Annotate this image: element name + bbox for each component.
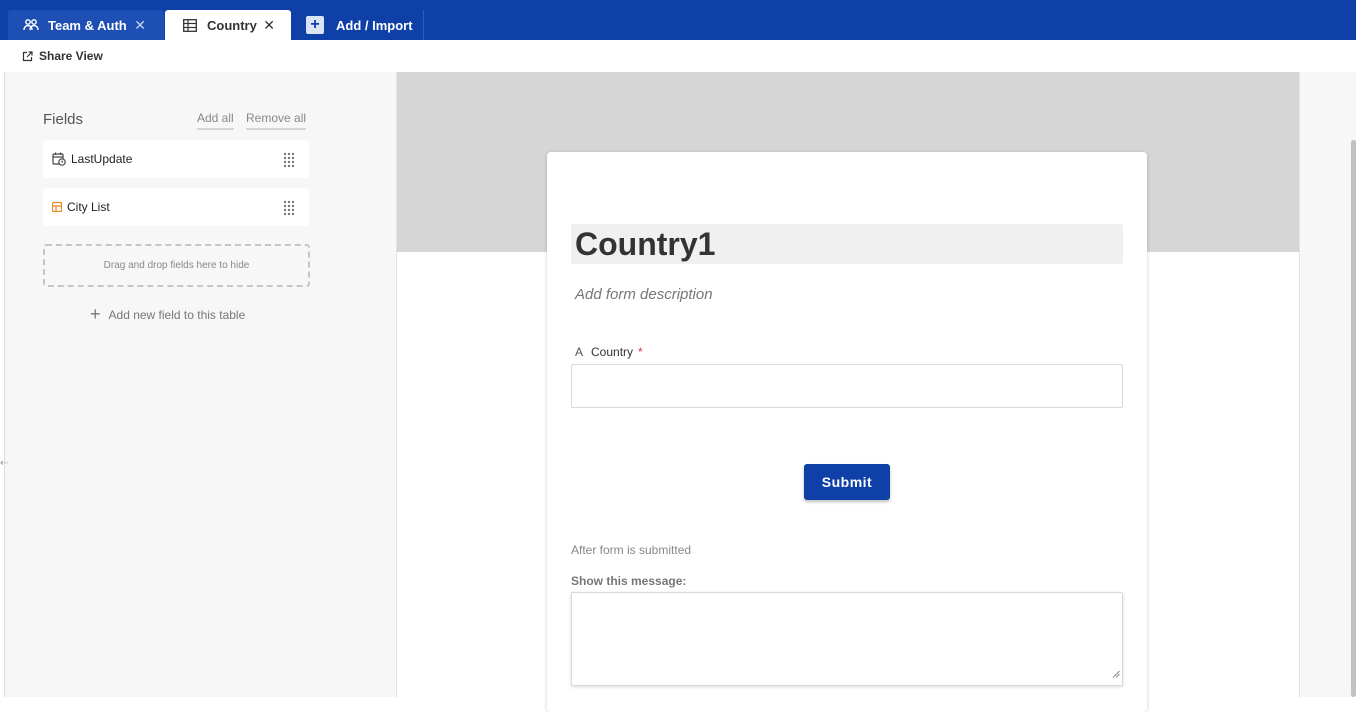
tab-country[interactable]: Country ✕ (165, 10, 291, 40)
question-label[interactable]: A Country * (575, 345, 643, 359)
external-link-icon (22, 50, 33, 62)
drag-handle-icon[interactable] (283, 200, 295, 219)
text-type-icon: A (575, 345, 584, 359)
form-description-input[interactable]: Add form description (575, 286, 713, 303)
submit-button[interactable]: Submit (804, 464, 890, 500)
field-label: City List (67, 200, 110, 214)
team-icon (22, 16, 40, 34)
share-view-button[interactable]: Share View (10, 49, 103, 63)
plus-icon: + (306, 16, 324, 34)
add-field-label: Add new field to this table (108, 307, 246, 322)
question-title: Country (591, 345, 634, 359)
scrollbar[interactable] (1351, 140, 1356, 697)
form-canvas: Country1 Add form description A Country … (396, 72, 1300, 712)
tab-label: Add / Import (336, 17, 413, 33)
drag-handle-icon[interactable] (283, 152, 295, 171)
field-label: LastUpdate (71, 152, 133, 166)
close-icon[interactable]: ✕ (134, 17, 146, 34)
plus-icon: + (90, 304, 101, 324)
fields-title: Fields (43, 111, 84, 128)
view-toolbar: Share View (10, 40, 1356, 73)
add-import-button[interactable]: + Add / Import (292, 10, 424, 40)
success-message-textarea[interactable] (571, 592, 1123, 686)
field-item-lastupdate[interactable]: LastUpdate (43, 140, 309, 178)
tab-team-auth[interactable]: Team & Auth ✕ (8, 10, 164, 40)
field-item-city-list[interactable]: City List (43, 188, 309, 226)
hidden-fields-dropzone[interactable]: Drag and drop fields here to hide (43, 244, 310, 287)
show-message-label: Show this message: (571, 574, 687, 588)
share-view-label: Share View (39, 49, 103, 63)
form-editor-area: Country1 Add form description A Country … (396, 72, 1356, 712)
tab-label: Country (207, 17, 257, 33)
after-submit-label: After form is submitted (571, 543, 692, 557)
add-new-field-button[interactable]: + Add new field to this table (90, 304, 245, 325)
remove-all-button[interactable]: Remove all (246, 111, 307, 130)
form-card: Country1 Add form description A Country … (547, 152, 1147, 712)
grid-icon (181, 16, 199, 34)
link-table-icon (52, 202, 62, 212)
panel-resize-handle-icon[interactable]: ⇠ (0, 458, 8, 469)
calendar-clock-icon (52, 152, 66, 166)
required-asterisk: * (638, 345, 643, 359)
tab-bar: Team & Auth ✕ Country ✕ + Add / Import (0, 0, 1356, 40)
country-input[interactable] (571, 364, 1123, 408)
form-title-input[interactable]: Country1 (571, 224, 1123, 264)
tab-label: Team & Auth (48, 17, 127, 33)
fields-panel: Fields Add all Remove all LastUpdate Cit… (4, 72, 397, 697)
add-all-button[interactable]: Add all (197, 111, 234, 130)
resize-grip-icon[interactable] (1112, 665, 1120, 683)
close-icon[interactable]: ✕ (263, 17, 275, 34)
